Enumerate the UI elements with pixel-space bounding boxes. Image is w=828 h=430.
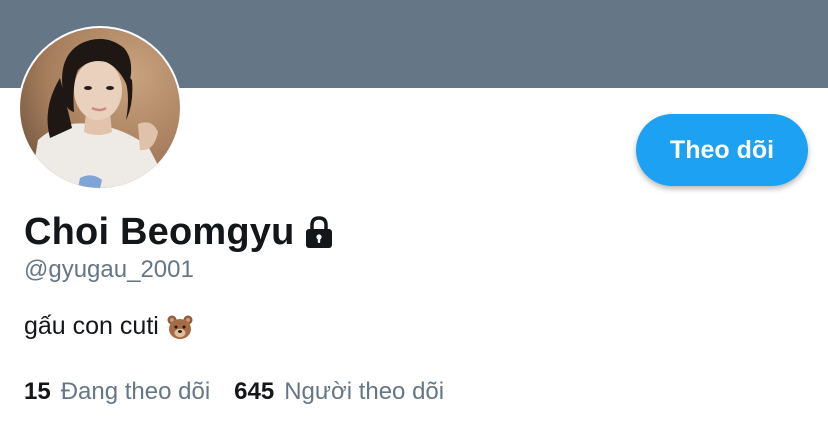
profile-bio: gấu con cuti — [24, 312, 193, 341]
bio-text: gấu con cuti — [24, 312, 159, 340]
avatar[interactable] — [18, 26, 182, 190]
followers-count: 645 — [234, 378, 275, 405]
profile-page: Theo dõi Choi Beomgyu @gyugau_2001 gấu c… — [0, 0, 828, 430]
lock-icon — [303, 215, 335, 249]
display-name: Choi Beomgyu — [24, 210, 295, 253]
following-count: 15 — [24, 378, 51, 405]
profile-name-row: Choi Beomgyu — [24, 208, 335, 256]
followers-link[interactable]: 645 Người theo dõi — [234, 378, 444, 406]
profile-handle: @gyugau_2001 — [24, 256, 194, 283]
avatar-photo — [20, 28, 180, 188]
followers-label: Người theo dõi — [284, 378, 445, 405]
following-label: Đang theo dõi — [60, 378, 211, 405]
follow-button[interactable]: Theo dõi — [636, 114, 808, 186]
bear-face-icon — [167, 314, 193, 340]
profile-stats: 15 Đang theo dõi 645 Người theo dõi — [24, 378, 468, 406]
following-link[interactable]: 15 Đang theo dõi — [24, 378, 210, 406]
